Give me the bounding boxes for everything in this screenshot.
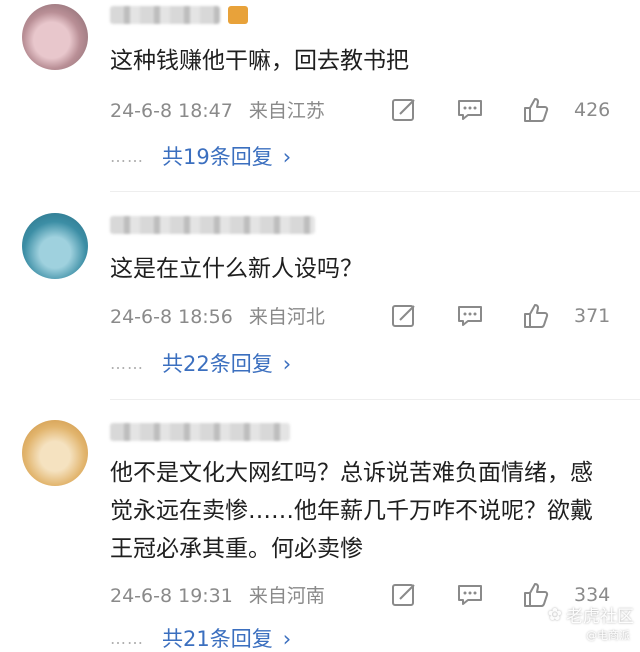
view-replies-link[interactable]: …… 共22条回复 › (110, 351, 291, 377)
chevron-right-icon: › (282, 352, 292, 376)
username-blurred[interactable] (110, 216, 315, 234)
like-count: 371 (574, 305, 611, 327)
replies-count: 共21条回复 (162, 627, 273, 651)
dots: …… (110, 147, 144, 166)
comment-location: 来自河南 (248, 585, 325, 607)
comment-meta: 24-6-8 18:47 来自江苏 (110, 99, 325, 123)
view-replies-link[interactable]: …… 共21条回复 › (110, 626, 291, 652)
avatar[interactable] (22, 4, 88, 70)
comment-meta: 24-6-8 19:31 来自河南 (110, 584, 325, 608)
dots: …… (110, 629, 144, 648)
username-blurred[interactable] (110, 423, 290, 441)
comment-location: 来自河北 (248, 306, 325, 328)
comment-text: 这是在立什么新人设吗？ (110, 256, 363, 282)
comment-reply-icon[interactable] (456, 581, 484, 609)
avatar[interactable] (22, 420, 88, 486)
view-replies-link[interactable]: …… 共19条回复 › (110, 144, 291, 170)
comment-text: 他不是文化大网红吗？总诉说苦难负面情绪，感觉永远在卖惨……他年薪几千万咋不说呢？… (110, 460, 593, 562)
replies-count: 共19条回复 (162, 145, 273, 169)
comment-actions: 426 (390, 96, 620, 126)
username-blurred[interactable] (110, 6, 220, 24)
comment-time: 24-6-8 19:31 (110, 585, 233, 607)
watermark: ✿ 老虎社区 (547, 602, 634, 628)
comment-forward-icon[interactable] (390, 581, 418, 609)
comment-forward-icon[interactable] (390, 96, 418, 124)
thumbs-up-icon[interactable] (522, 302, 550, 330)
comment-reply-icon[interactable] (456, 302, 484, 330)
comment-time: 24-6-8 18:47 (110, 100, 233, 122)
comment-forward-icon[interactable] (390, 302, 418, 330)
like-count: 426 (574, 99, 611, 121)
watermark-main: 老虎社区 (566, 607, 634, 627)
comment-actions: 371 (390, 302, 620, 332)
vip-badge-icon (228, 6, 248, 24)
chevron-right-icon: › (282, 145, 292, 169)
comment-meta: 24-6-8 18:56 来自河北 (110, 305, 325, 329)
watermark-logo-icon: ✿ (547, 604, 562, 625)
comment-location: 来自江苏 (248, 100, 325, 122)
divider (110, 191, 640, 192)
replies-count: 共22条回复 (162, 352, 273, 376)
comment-reply-icon[interactable] (456, 96, 484, 124)
chevron-right-icon: › (282, 627, 292, 651)
watermark-sub: @电商派 (586, 629, 630, 642)
avatar[interactable] (22, 213, 88, 279)
comment-time: 24-6-8 18:56 (110, 306, 233, 328)
comment-text: 这种钱赚他干嘛，回去教书把 (110, 48, 409, 74)
thumbs-up-icon[interactable] (522, 96, 550, 124)
dots: …… (110, 354, 144, 373)
thumbs-up-icon[interactable] (522, 581, 550, 609)
divider (110, 399, 640, 400)
